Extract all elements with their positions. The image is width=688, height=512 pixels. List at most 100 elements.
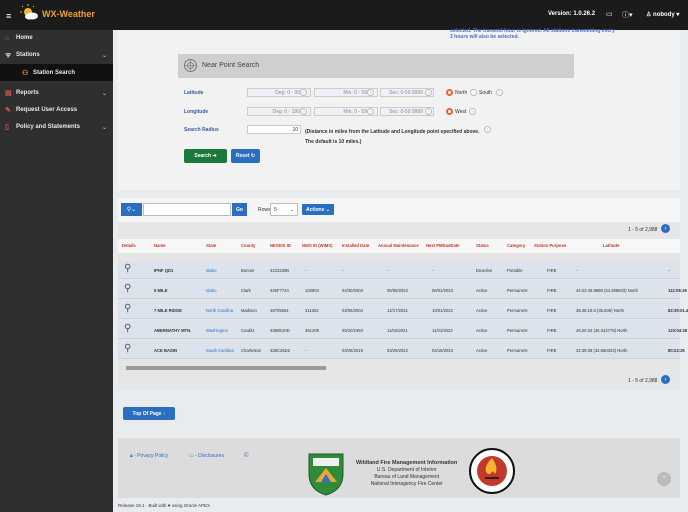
cell-lat: 35:48:19.8 (35.805) North <box>576 308 624 313</box>
privacy-policy-link[interactable]: 🔒︎ - Privacy Policy <box>130 453 168 459</box>
south-label: South <box>479 90 493 96</box>
disclosures-link[interactable]: ▭ - Disclosures <box>189 453 224 459</box>
go-button[interactable]: Go <box>232 203 247 216</box>
column-header[interactable]: Station Purpose <box>534 243 566 248</box>
cell-category: Permanent <box>507 348 528 353</box>
longitude-label: Longitude <box>184 109 209 115</box>
help-icon[interactable]: ? <box>484 126 491 133</box>
scroll-to-top-button[interactable]: ⌃ <box>657 472 671 486</box>
user-name: nobody <box>653 12 675 18</box>
help-icon[interactable]: ? <box>367 89 374 96</box>
column-header[interactable]: State <box>206 243 216 248</box>
sidebar-item-home[interactable]: ⌂ Home <box>0 30 113 46</box>
report-icon: ▤ <box>5 90 12 97</box>
sidebar-item-label: Policy and Statements <box>16 124 81 130</box>
top-of-page-button[interactable]: Top Of Page ↑ <box>123 407 175 420</box>
cell-state[interactable]: North Carolina <box>206 308 233 313</box>
actions-button[interactable]: Actions ⌄ <box>302 204 334 215</box>
privacy-label: - Privacy Policy <box>134 453 169 459</box>
horizontal-scrollbar[interactable] <box>118 254 680 260</box>
search-radius-input[interactable]: 10 <box>247 125 301 134</box>
rows-label: Rows <box>258 207 271 213</box>
details-magnifier-icon[interactable]: ⚲ <box>124 303 131 314</box>
help-icon[interactable]: ? <box>300 89 307 96</box>
north-label: North <box>455 90 468 96</box>
next-page-button[interactable]: › <box>661 224 670 233</box>
radius-help-text: (Distance in miles from the Latitude and… <box>305 127 479 147</box>
cell-category: Portable <box>507 268 523 273</box>
org-line: U.S. Department of Interior <box>376 467 437 473</box>
crosshair-icon <box>184 59 197 72</box>
top-of-page-label: Top Of Page <box>132 410 162 417</box>
horizontal-scrollbar[interactable] <box>118 365 680 371</box>
cell-annual: 06/06/2022 <box>387 288 408 293</box>
column-header[interactable]: NESDIS ID <box>270 243 291 248</box>
west-label: West <box>455 109 467 115</box>
info-icon[interactable]: © <box>244 453 248 459</box>
sidebar-item-stations[interactable]: ᯤ Stations ⌄ <box>0 47 113 63</box>
cell-state[interactable]: Washington <box>206 328 228 333</box>
cell-annual: 12/17/2021 <box>387 308 408 313</box>
help-icon[interactable]: ? <box>425 108 432 115</box>
sidebar-item-label: Request User Access <box>16 107 78 113</box>
sidebar-item-policy[interactable]: ▯ Policy and Statements ⌄ <box>0 119 113 135</box>
west-radio[interactable] <box>446 108 453 115</box>
cell-state[interactable]: Idaho <box>206 288 216 293</box>
column-header[interactable]: County <box>241 243 255 248</box>
help-icon[interactable]: ? <box>425 89 432 96</box>
chat-icon[interactable]: ▭ <box>606 10 613 18</box>
details-magnifier-icon[interactable]: ⚲ <box>124 323 131 334</box>
search-input[interactable] <box>143 203 231 216</box>
binoculars-icon: ⚇ <box>22 69 29 77</box>
sidebar-item-reports[interactable]: ▤ Reports ⌄ <box>0 85 113 101</box>
transmit-note: selected. The transmit hour is ignored. … <box>450 28 615 40</box>
column-header[interactable]: Category <box>507 243 525 248</box>
rows-select[interactable]: 5 ⌄ <box>270 203 298 216</box>
cell-county: Charleston <box>241 348 262 353</box>
search-button[interactable]: Search ➜ <box>184 149 227 163</box>
next-page-button[interactable]: › <box>661 375 670 384</box>
help-icon[interactable]: ? <box>469 108 476 115</box>
details-magnifier-icon[interactable]: ⚲ <box>124 343 131 354</box>
column-header[interactable]: Installed Date <box>342 243 369 248</box>
pagination-text: 1 - 5 of 2,988 <box>628 378 658 384</box>
column-header[interactable]: Name <box>154 243 165 248</box>
column-header[interactable]: Next PMDueDate <box>426 243 460 248</box>
user-icon: ♙ <box>646 12 654 18</box>
sidebar-item-request-access[interactable]: ✎ Request User Access <box>0 102 113 118</box>
reset-button[interactable]: Reset ↻ <box>231 149 260 163</box>
latitude-label: Latitude <box>184 90 204 96</box>
column-header[interactable]: Details <box>122 243 136 248</box>
cell-status: Active <box>476 328 488 333</box>
details-magnifier-icon[interactable]: ⚲ <box>124 263 131 274</box>
column-header[interactable]: NWS ID (WIMS) <box>302 243 332 248</box>
arrow-up-icon: ↑ <box>162 410 166 417</box>
cell-next: 11/01/2022 <box>432 328 453 333</box>
column-header[interactable]: Annual Maintenance <box>378 243 419 248</box>
cell-nesdis: 326F772A <box>270 288 290 293</box>
cell-state[interactable]: South Carolina <box>206 348 234 353</box>
cell-lon: - <box>668 268 670 273</box>
cell-next: 04/15/2023 <box>432 348 453 353</box>
details-magnifier-icon[interactable]: ⚲ <box>124 283 131 294</box>
north-radio[interactable] <box>446 89 453 96</box>
help-icon[interactable]: ? <box>300 108 307 115</box>
cell-county: Bonner <box>241 268 255 273</box>
column-header[interactable]: Latitude <box>603 243 619 248</box>
sidebar-item-station-search[interactable]: ⚇ Station Search <box>0 64 113 81</box>
user-menu[interactable]: ♙ nobody ▾ <box>646 11 679 18</box>
cell-name: 7 MILE RIDGE <box>154 308 182 313</box>
cell-name: ACE BASIN <box>154 348 178 353</box>
cell-nesdis: 3223239B <box>270 268 290 273</box>
search-column-button[interactable]: ⚲⌄ <box>121 203 142 216</box>
cell-state[interactable]: Idaho <box>206 268 216 273</box>
south-radio[interactable] <box>470 89 477 96</box>
cell-annual: 03/29/2022 <box>387 348 408 353</box>
help-icon[interactable]: ⓘ▾ <box>622 10 633 20</box>
help-icon[interactable]: ? <box>496 89 503 96</box>
hamburger-menu-icon[interactable]: ≡ <box>6 11 11 21</box>
app-title[interactable]: WX-Weather <box>42 9 95 19</box>
column-header[interactable]: Status <box>476 243 489 248</box>
help-icon[interactable]: ? <box>367 108 374 115</box>
sidebar-item-label: Reports <box>16 90 39 96</box>
